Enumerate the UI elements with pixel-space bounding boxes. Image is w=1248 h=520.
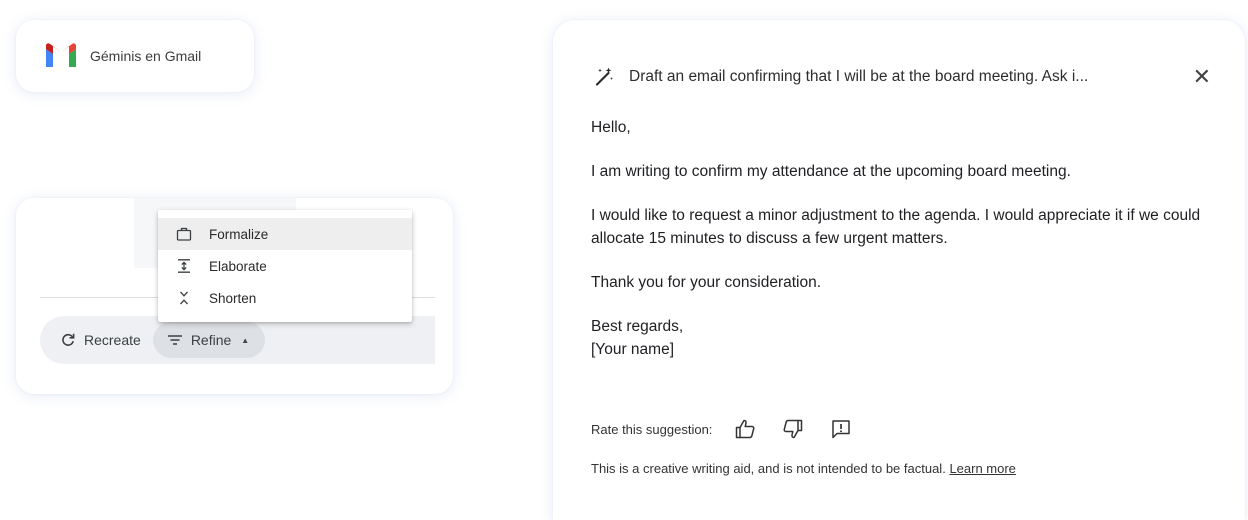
refine-label: Refine bbox=[190, 332, 232, 348]
refresh-icon bbox=[62, 333, 75, 346]
recreate-button[interactable]: Recreate bbox=[60, 322, 141, 358]
greeting: Hello, bbox=[591, 119, 631, 136]
disclaimer-text: This is a creative writing aid, and is n… bbox=[591, 461, 946, 476]
email-draft-body: Hello, I am writing to confirm my attend… bbox=[591, 116, 1221, 361]
canvas: Géminis en Gmail Recreate Refine ▲ Forma… bbox=[0, 0, 1248, 520]
thumbs-down-icon[interactable] bbox=[782, 418, 804, 440]
menu-item-shorten[interactable]: Shorten bbox=[158, 282, 412, 314]
gemini-gmail-badge: Géminis en Gmail bbox=[16, 20, 254, 92]
magic-wand-icon bbox=[595, 67, 613, 86]
signature: [Your name] bbox=[591, 341, 675, 358]
thumbs-up-icon[interactable] bbox=[734, 418, 756, 440]
rate-label: Rate this suggestion: bbox=[591, 421, 713, 437]
prompt-text: Draft an email confirming that I will be… bbox=[629, 68, 1089, 85]
report-feedback-icon[interactable] bbox=[830, 418, 852, 440]
menu-item-formalize[interactable]: Formalize bbox=[158, 218, 412, 250]
close-icon[interactable]: ✕ bbox=[1189, 66, 1215, 88]
menu-item-label: Elaborate bbox=[209, 258, 267, 274]
paragraph-thanks: Thank you for your consideration. bbox=[591, 274, 822, 291]
disclaimer: This is a creative writing aid, and is n… bbox=[591, 461, 1016, 476]
menu-item-label: Shorten bbox=[209, 290, 257, 306]
refine-menu: Formalize Elaborate Shorten bbox=[158, 210, 412, 322]
briefcase-icon bbox=[176, 227, 192, 241]
expand-icon bbox=[178, 259, 190, 273]
draft-header: Draft an email confirming that I will be… bbox=[593, 66, 1215, 88]
paragraph-request: I would like to request a minor adjustme… bbox=[591, 207, 1201, 247]
filter-lines-icon bbox=[167, 335, 182, 345]
paragraph-confirm: I am writing to confirm my attendance at… bbox=[591, 163, 1071, 180]
signoff: Best regards, bbox=[591, 318, 684, 335]
refine-button[interactable]: Refine ▲ bbox=[152, 322, 266, 358]
refine-panel: Recreate Refine ▲ Formalize Elaborate Sh… bbox=[16, 198, 453, 394]
menu-item-elaborate[interactable]: Elaborate bbox=[158, 250, 412, 282]
draft-panel: Draft an email confirming that I will be… bbox=[553, 20, 1245, 520]
recreate-label: Recreate bbox=[84, 332, 141, 348]
gmail-logo bbox=[46, 43, 76, 67]
caret-up-icon: ▲ bbox=[241, 335, 250, 345]
menu-item-label: Formalize bbox=[209, 226, 269, 242]
draft-action-bar: Recreate Refine ▲ bbox=[40, 316, 435, 364]
badge-title: Géminis en Gmail bbox=[90, 48, 202, 64]
rating-row: Rate this suggestion: bbox=[591, 418, 878, 440]
collapse-icon bbox=[180, 291, 188, 305]
learn-more-link[interactable]: Learn more bbox=[949, 461, 1015, 476]
